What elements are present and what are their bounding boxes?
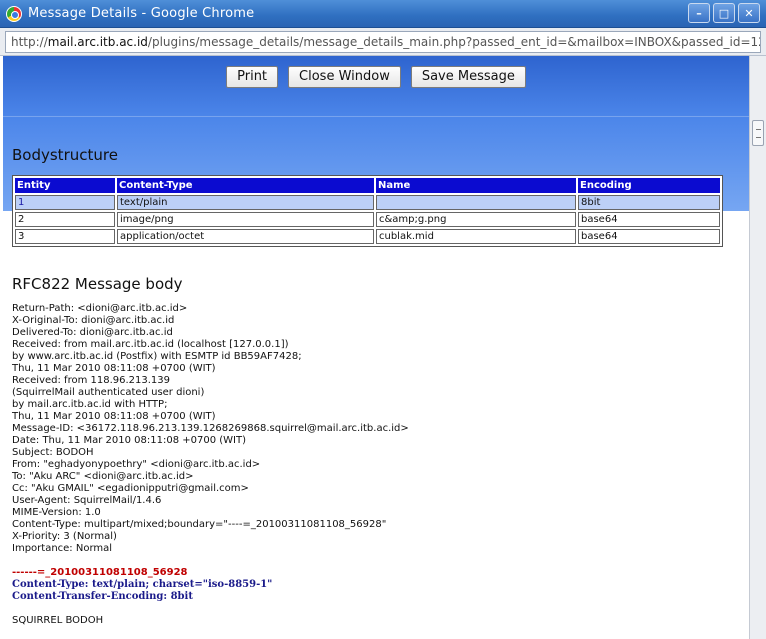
action-toolbar: Print Close Window Save Message <box>3 66 749 88</box>
window-controls: – □ ✕ <box>688 3 760 23</box>
header-line: Content-Type: multipart/mixed;boundary="… <box>12 519 387 530</box>
url-path: /plugins/message_details/message_details… <box>147 35 761 49</box>
cell-encoding: base64 <box>578 212 720 227</box>
header-line: User-Agent: SquirrelMail/1.4.6 <box>12 495 162 506</box>
header-line: Subject: BODOH <box>12 447 94 458</box>
page-content: Print Close Window Save Message Bodystru… <box>3 56 749 639</box>
cell-name <box>376 195 576 210</box>
vertical-scrollbar[interactable] <box>749 56 766 639</box>
part-transfer-encoding: Content-Transfer-Encoding: 8bit <box>12 591 193 602</box>
cell-encoding: 8bit <box>578 195 720 210</box>
bodystructure-title: Bodystructure <box>12 146 118 164</box>
header-line: Received: from 118.96.213.139 <box>12 375 171 386</box>
window-title: Message Details - Google Chrome <box>28 6 255 21</box>
header-line: Importance: Normal <box>12 543 113 554</box>
header-line: Thu, 11 Mar 2010 08:11:08 +0700 (WIT) <box>12 411 216 422</box>
bodystructure-table: Entity Content-Type Name Encoding 1 text… <box>12 175 723 247</box>
col-encoding: Encoding <box>578 178 720 193</box>
message-body-title: RFC822 Message body <box>12 275 183 293</box>
header-line: by mail.arc.itb.ac.id with HTTP; <box>12 399 168 410</box>
window-titlebar[interactable]: Message Details - Google Chrome – □ ✕ <box>0 0 766 28</box>
scrollbar-thumb[interactable] <box>752 120 764 146</box>
table-header-row: Entity Content-Type Name Encoding <box>15 178 720 193</box>
header-line: (SquirrelMail authenticated user dioni) <box>12 387 205 398</box>
table-row[interactable]: 3 application/octet cublak.mid base64 <box>15 229 720 244</box>
maximize-button[interactable]: □ <box>713 3 735 23</box>
cell-name: c&amp;g.png <box>376 212 576 227</box>
part-content-type: Content-Type: text/plain; charset="iso-8… <box>12 579 273 590</box>
header-divider <box>3 116 749 117</box>
header-line: To: "Aku ARC" <dioni@arc.itb.ac.id> <box>12 471 194 482</box>
mime-boundary: ------=_20100311081108_56928 <box>12 567 188 578</box>
header-line: X-Priority: 3 (Normal) <box>12 531 117 542</box>
header-line: X-Original-To: dioni@arc.itb.ac.id <box>12 315 175 326</box>
close-window-button[interactable]: Close Window <box>288 66 401 88</box>
header-line: Return-Path: <dioni@arc.itb.ac.id> <box>12 303 188 314</box>
url-host: mail.arc.itb.ac.id <box>47 35 148 49</box>
col-content-type: Content-Type <box>117 178 374 193</box>
header-line: From: "eghadyonypoethry" <dioni@arc.itb.… <box>12 459 261 470</box>
print-button[interactable]: Print <box>226 66 279 88</box>
col-name: Name <box>376 178 576 193</box>
chrome-icon <box>6 5 22 22</box>
close-button[interactable]: ✕ <box>738 3 760 23</box>
table-row[interactable]: 2 image/png c&amp;g.png base64 <box>15 212 720 227</box>
address-bar: http://mail.arc.itb.ac.id/plugins/messag… <box>0 28 766 56</box>
message-headers: Return-Path: <dioni@arc.itb.ac.id> X-Orig… <box>12 303 732 555</box>
message-text: SQUIRREL BODOH <box>12 615 104 626</box>
cell-entity[interactable]: 2 <box>15 212 115 227</box>
header-line: Delivered-To: dioni@arc.itb.ac.id <box>12 327 173 338</box>
header-line: by www.arc.itb.ac.id (Postfix) with ESMT… <box>12 351 302 362</box>
col-entity: Entity <box>15 178 115 193</box>
cell-content-type: application/octet <box>117 229 374 244</box>
header-line: Received: from mail.arc.itb.ac.id (local… <box>12 339 289 350</box>
header-line: Date: Thu, 11 Mar 2010 08:11:08 +0700 (W… <box>12 435 247 446</box>
message-body: Return-Path: <dioni@arc.itb.ac.id> X-Orig… <box>12 303 732 627</box>
save-message-button[interactable]: Save Message <box>410 66 526 88</box>
header-line: Thu, 11 Mar 2010 08:11:08 +0700 (WIT) <box>12 363 216 374</box>
minimize-button[interactable]: – <box>688 3 710 23</box>
header-line: MIME-Version: 1.0 <box>12 507 101 518</box>
header-line: Cc: "Aku GMAIL" <egadionipputri@gmail.co… <box>12 483 249 494</box>
header-line: Message-ID: <36172.118.96.213.139.126826… <box>12 423 409 434</box>
cell-content-type: text/plain <box>117 195 374 210</box>
cell-entity[interactable]: 3 <box>15 229 115 244</box>
url-field[interactable]: http://mail.arc.itb.ac.id/plugins/messag… <box>5 31 761 53</box>
cell-encoding: base64 <box>578 229 720 244</box>
cell-name: cublak.mid <box>376 229 576 244</box>
url-prefix: http:// <box>11 35 48 49</box>
table-row[interactable]: 1 text/plain 8bit <box>15 195 720 210</box>
cell-content-type: image/png <box>117 212 374 227</box>
cell-entity[interactable]: 1 <box>15 195 115 210</box>
